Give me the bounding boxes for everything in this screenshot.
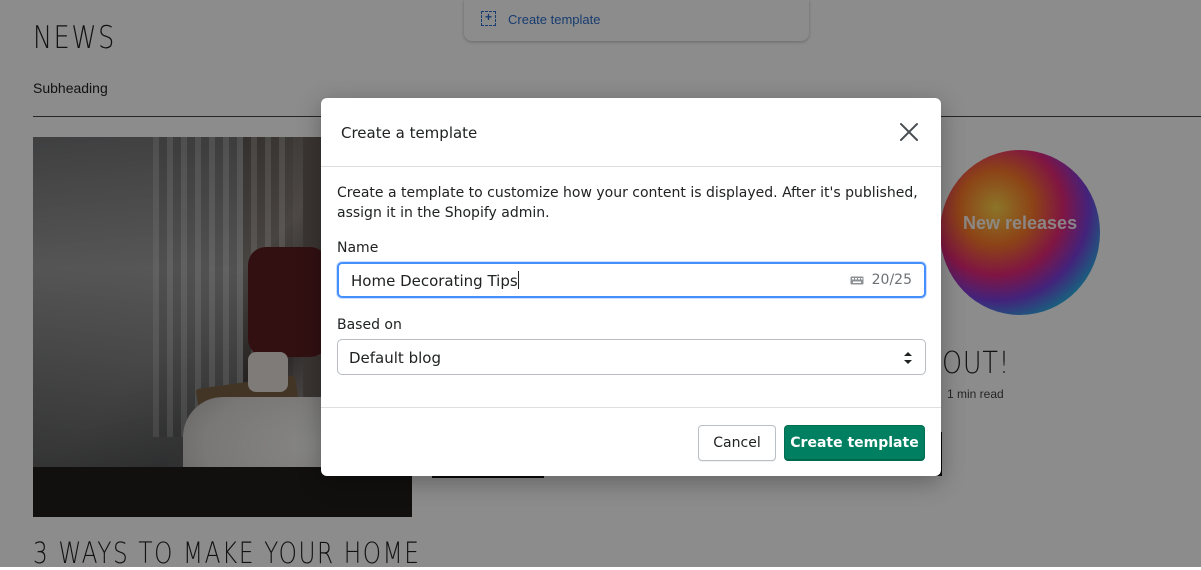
- text-caret: [517, 271, 519, 289]
- based-on-value: Default blog: [349, 349, 441, 367]
- modal-header: Create a template: [321, 98, 941, 167]
- modal-description: Create a template to customize how your …: [337, 185, 918, 221]
- keyboard-icon: [850, 276, 864, 285]
- name-label: Name: [337, 240, 379, 256]
- modal-footer: Cancel Create template: [321, 407, 941, 477]
- character-counter: 20/25: [871, 272, 912, 288]
- select-arrows-icon: [904, 352, 912, 364]
- name-field[interactable]: Home Decorating Tips 20/25: [337, 262, 926, 298]
- based-on-select[interactable]: Default blog: [337, 339, 926, 375]
- cancel-button[interactable]: Cancel: [698, 425, 776, 461]
- create-template-modal: Create a template Create a template to c…: [321, 98, 941, 476]
- close-icon: [900, 123, 918, 141]
- name-input-value[interactable]: Home Decorating Tips: [351, 272, 518, 290]
- based-on-label: Based on: [337, 317, 402, 333]
- close-button[interactable]: [897, 120, 921, 144]
- modal-body: Create a template to customize how your …: [337, 183, 927, 223]
- modal-title: Create a template: [341, 124, 478, 142]
- create-template-button[interactable]: Create template: [784, 425, 925, 461]
